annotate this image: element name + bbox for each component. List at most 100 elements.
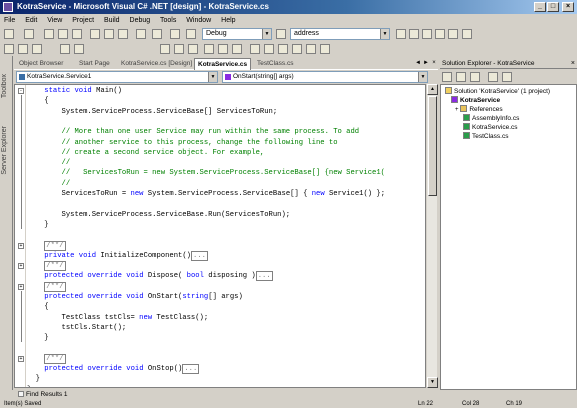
tab-find-results[interactable]: Find Results 1 bbox=[18, 390, 68, 400]
properties-icon[interactable] bbox=[422, 29, 432, 39]
toolbox-tab[interactable]: Toolbox bbox=[1, 74, 8, 98]
solution-config-combo[interactable]: Debug ▼ bbox=[202, 28, 272, 40]
find-in-files-icon[interactable] bbox=[396, 29, 406, 39]
remove-spacing-icon[interactable] bbox=[292, 44, 302, 54]
save-all-icon[interactable] bbox=[72, 29, 82, 39]
code-line[interactable]: protected override void OnStart(string[]… bbox=[27, 292, 243, 302]
save-icon[interactable] bbox=[58, 29, 68, 39]
code-line[interactable]: TestClass tstCls= new TestClass(); bbox=[27, 313, 209, 323]
collapsed-region[interactable]: ... bbox=[182, 364, 200, 375]
bring-to-front-icon[interactable] bbox=[320, 44, 330, 54]
make-same-size-icon[interactable] bbox=[232, 44, 242, 54]
tab-testclass-cs[interactable]: TestClass.cs bbox=[254, 58, 296, 70]
toolbox-icon[interactable] bbox=[435, 29, 445, 39]
code-line[interactable]: protected override void Dispose( bool di… bbox=[27, 271, 273, 282]
code-editor[interactable]: - + + + + static void Main() { System.Servic… bbox=[14, 84, 426, 388]
close-button[interactable]: × bbox=[562, 2, 574, 12]
cut-icon[interactable] bbox=[90, 29, 100, 39]
collapsed-region[interactable]: /**/ bbox=[44, 240, 66, 251]
minimize-button[interactable]: _ bbox=[534, 2, 546, 12]
uncomment-icon[interactable] bbox=[74, 44, 84, 54]
menu-edit[interactable]: Edit bbox=[25, 17, 37, 24]
make-same-width-icon[interactable] bbox=[204, 44, 214, 54]
redo-icon[interactable] bbox=[152, 29, 162, 39]
code-line[interactable]: /**/ bbox=[27, 261, 66, 272]
undo-icon[interactable] bbox=[136, 29, 146, 39]
collapsed-region[interactable]: ... bbox=[190, 250, 208, 261]
open-icon[interactable] bbox=[44, 29, 54, 39]
menu-build[interactable]: Build bbox=[104, 17, 120, 24]
code-line[interactable]: // create a second service object. For e… bbox=[27, 148, 265, 158]
tree-item-kotraservice-cs[interactable]: KotraService.cs bbox=[463, 123, 518, 132]
align-rights-icon[interactable] bbox=[32, 44, 42, 54]
add-item-icon[interactable] bbox=[24, 29, 34, 39]
type-dropdown[interactable]: KotraService.Service1 ▼ bbox=[16, 71, 218, 83]
code-line[interactable]: } bbox=[27, 333, 48, 343]
scroll-thumb[interactable] bbox=[428, 96, 437, 196]
find-combo[interactable]: address ▼ bbox=[290, 28, 390, 40]
code-line[interactable]: // bbox=[27, 158, 71, 168]
tree-item-solution[interactable]: Solution 'KotraService' (1 project) bbox=[445, 87, 550, 96]
menu-debug[interactable]: Debug bbox=[130, 17, 151, 24]
class-view-icon[interactable] bbox=[448, 29, 458, 39]
align-middles-icon[interactable] bbox=[174, 44, 184, 54]
font-size-icon[interactable] bbox=[188, 44, 198, 54]
tab-start-page[interactable]: Start Page bbox=[76, 58, 113, 70]
tree-item-references[interactable]: + References bbox=[455, 105, 503, 114]
scroll-down-icon[interactable]: ▼ bbox=[427, 377, 438, 388]
code-line[interactable]: protected override void OnStop()... bbox=[27, 364, 200, 375]
make-same-height-icon[interactable] bbox=[218, 44, 228, 54]
code-line[interactable]: /**/ bbox=[27, 240, 66, 251]
code-line[interactable]: } bbox=[27, 385, 31, 387]
collapsed-region[interactable]: /**/ bbox=[44, 261, 66, 272]
expand-icon[interactable]: + bbox=[455, 107, 459, 113]
editor-scrollbar[interactable]: ▲ ▼ bbox=[426, 84, 438, 388]
menu-tools[interactable]: Tools bbox=[160, 17, 176, 24]
tab-kotraservice-cs[interactable]: KotraService.cs bbox=[194, 58, 252, 70]
code-line[interactable]: System.ServiceProcess.ServiceBase[] Serv… bbox=[27, 107, 278, 117]
increase-spacing-icon[interactable] bbox=[264, 44, 274, 54]
code-line[interactable]: { bbox=[27, 96, 48, 106]
expand-icon[interactable]: + bbox=[18, 355, 24, 362]
collapsed-region[interactable]: /**/ bbox=[44, 353, 66, 364]
navigate-back-icon[interactable] bbox=[170, 29, 180, 39]
code-line[interactable]: System.ServiceProcess.ServiceBase.Run(Se… bbox=[27, 210, 291, 220]
properties-icon[interactable] bbox=[502, 72, 512, 82]
code-line[interactable]: private void InitializeComponent()... bbox=[27, 250, 208, 261]
solution-explorer-icon[interactable] bbox=[409, 29, 419, 39]
code-line[interactable]: tstCls.Start(); bbox=[27, 323, 127, 333]
collapsed-region[interactable]: /**/ bbox=[44, 281, 66, 292]
tree-item-testclass-cs[interactable]: TestClass.cs bbox=[463, 132, 508, 141]
decrease-spacing-icon[interactable] bbox=[278, 44, 288, 54]
align-lefts-icon[interactable] bbox=[4, 44, 14, 54]
horizontal-spacing-icon[interactable] bbox=[250, 44, 260, 54]
close-document-icon[interactable]: × bbox=[430, 59, 438, 68]
server-explorer-tab[interactable]: Server Explorer bbox=[1, 126, 8, 175]
code-line[interactable]: static void Main() bbox=[27, 86, 122, 96]
tab-kotraservice-design[interactable]: KotraService.cs [Design] bbox=[118, 58, 195, 70]
code-line[interactable]: /**/ bbox=[27, 353, 66, 364]
menu-help[interactable]: Help bbox=[221, 17, 235, 24]
expand-icon[interactable]: + bbox=[18, 242, 24, 249]
expand-icon[interactable]: + bbox=[18, 263, 24, 270]
scroll-up-icon[interactable]: ▲ bbox=[427, 84, 438, 95]
collapse-icon[interactable]: - bbox=[18, 88, 24, 94]
code-line[interactable]: // another service to this process, chan… bbox=[27, 138, 338, 148]
code-line[interactable]: /**/ bbox=[27, 281, 66, 292]
show-all-files-icon[interactable] bbox=[488, 72, 498, 82]
menu-file[interactable]: File bbox=[4, 17, 15, 24]
align-tops-icon[interactable] bbox=[160, 44, 170, 54]
align-centers-icon[interactable] bbox=[18, 44, 28, 54]
scroll-tabs-left-icon[interactable]: ◄ bbox=[414, 59, 422, 68]
tab-object-browser[interactable]: Object Browser bbox=[16, 58, 66, 70]
menu-window[interactable]: Window bbox=[186, 17, 211, 24]
copy-icon[interactable] bbox=[104, 29, 114, 39]
view-code-icon[interactable] bbox=[442, 72, 452, 82]
code-line[interactable]: // ServicesToRun = new System.ServicePro… bbox=[27, 168, 386, 178]
toolbar-options-icon[interactable] bbox=[462, 29, 472, 39]
comment-icon[interactable] bbox=[60, 44, 70, 54]
scroll-tabs-right-icon[interactable]: ► bbox=[422, 59, 430, 68]
code-line[interactable]: } bbox=[27, 220, 48, 230]
paste-icon[interactable] bbox=[118, 29, 128, 39]
code-line[interactable]: // More than one user Service may run wi… bbox=[27, 127, 360, 137]
